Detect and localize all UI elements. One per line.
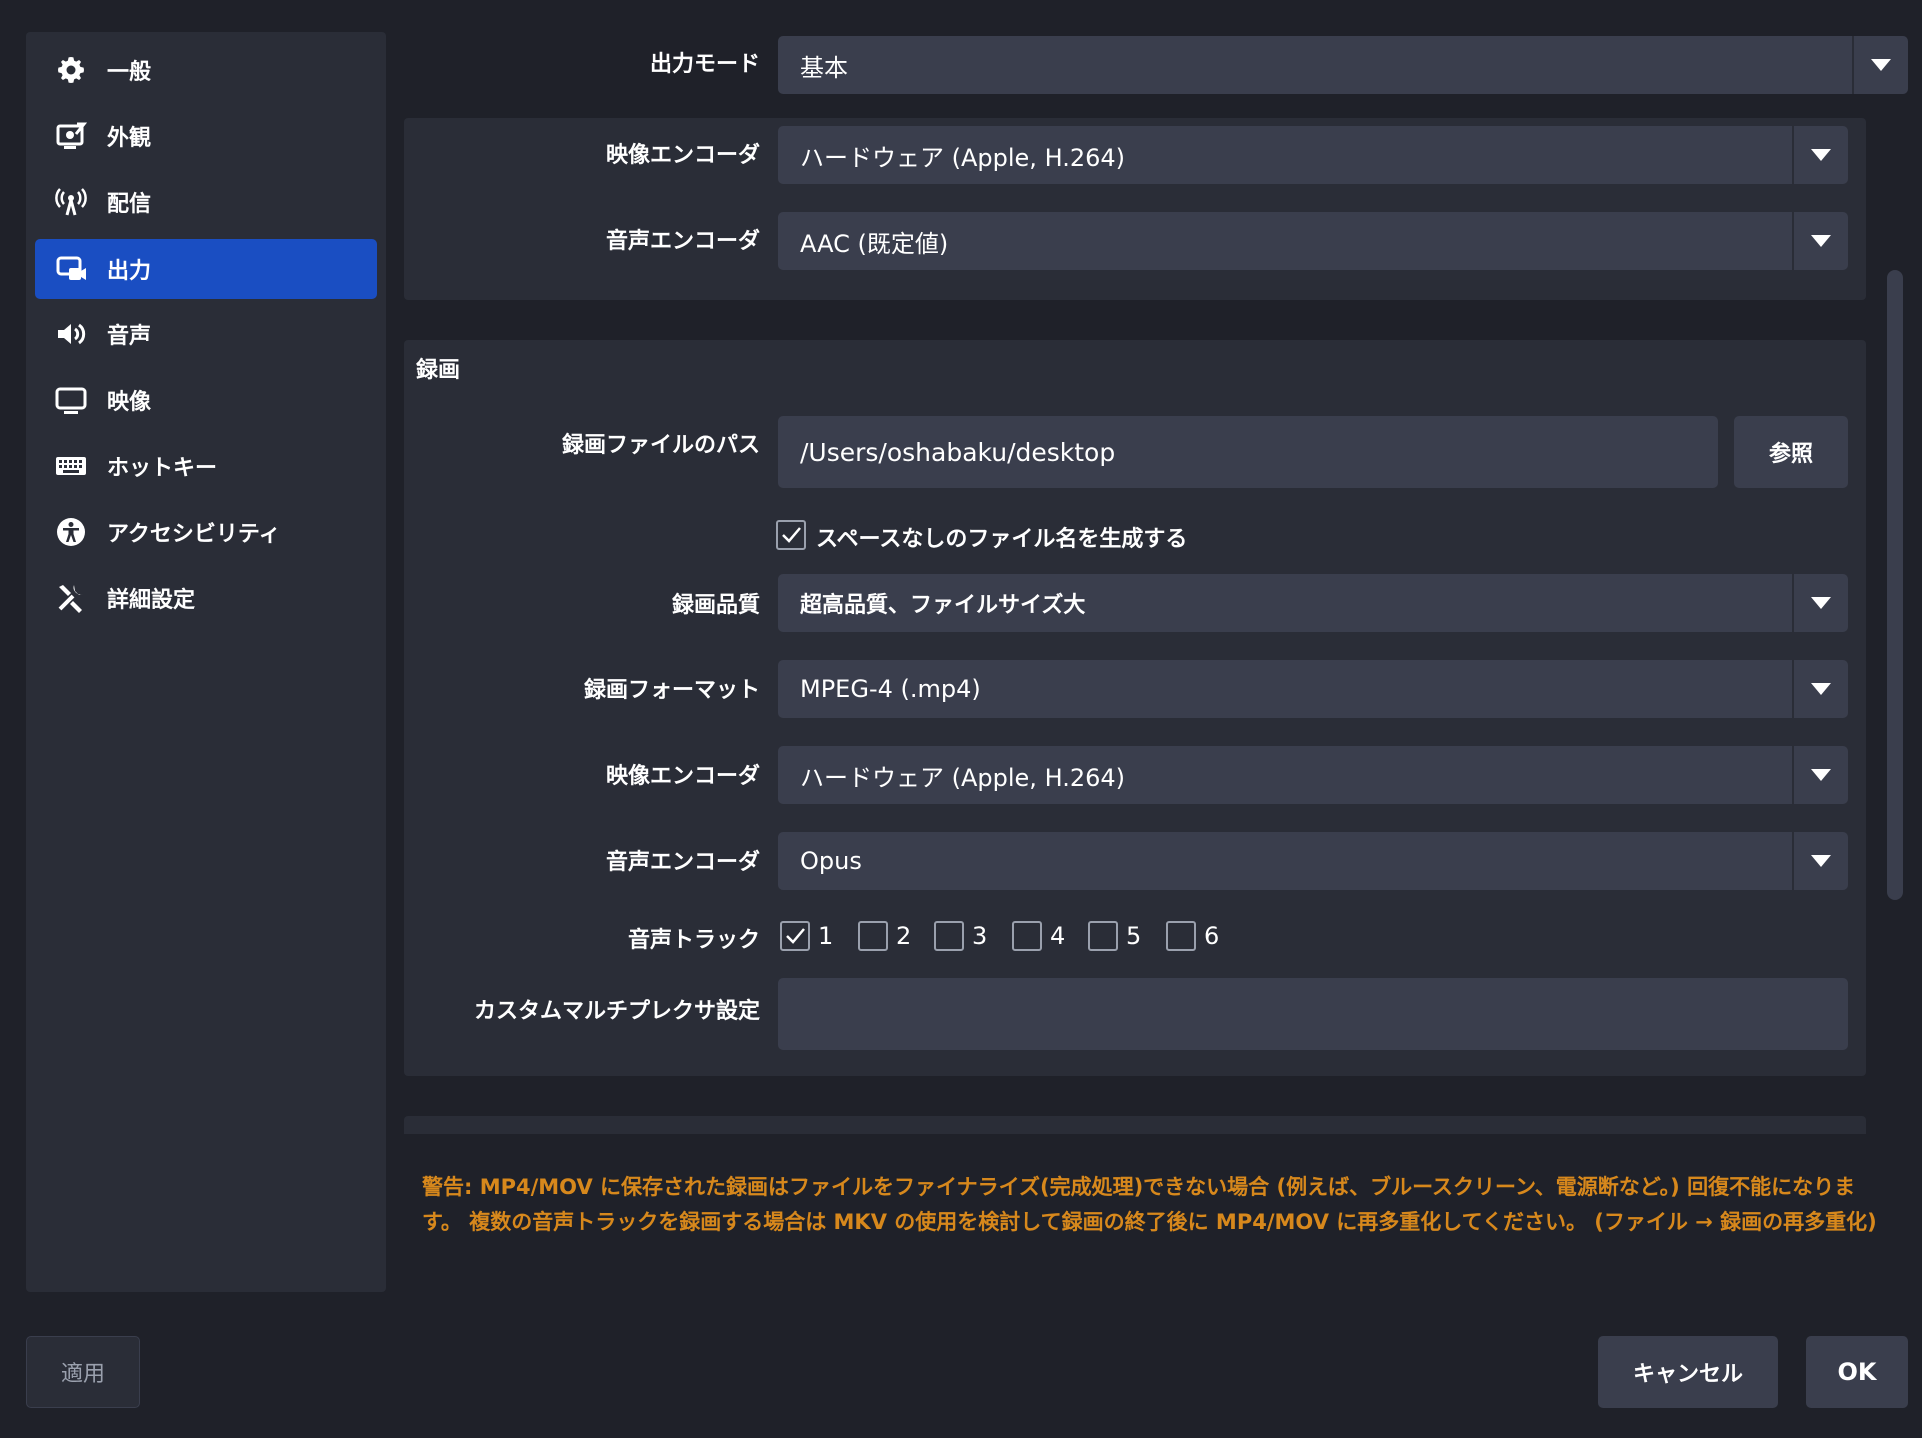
- chevron-down-icon: [1794, 212, 1848, 270]
- recording-path-input[interactable]: /Users/oshabaku/desktop: [778, 416, 1718, 488]
- no-space-filename-label: スペースなしのファイル名を生成する: [816, 527, 1188, 552]
- speaker-icon: [53, 316, 89, 352]
- chevron-down-icon: [1854, 36, 1908, 94]
- chevron-down-icon: [1794, 746, 1848, 804]
- sidebar-item-hotkeys[interactable]: ホットキー: [35, 436, 377, 496]
- broadcast-antenna-icon: [53, 184, 89, 220]
- audio-track-6-label: 6: [1204, 922, 1220, 950]
- sidebar-item-label: 映像: [107, 390, 152, 415]
- sidebar-item-label: 出力: [107, 259, 152, 284]
- recording-section-title: 録画: [416, 358, 461, 383]
- stream-video-encoder-value: ハードウェア (Apple, H.264): [800, 143, 1125, 172]
- recording-format-label: 録画フォーマット: [583, 678, 760, 703]
- audio-track-6-checkbox[interactable]: [1166, 921, 1196, 951]
- stream-video-encoder-label: 映像エンコーダ: [605, 143, 760, 168]
- custom-muxer-input[interactable]: [778, 978, 1848, 1050]
- recording-video-encoder-value: ハードウェア (Apple, H.264): [800, 763, 1125, 792]
- cancel-button[interactable]: キャンセル: [1598, 1336, 1778, 1408]
- recording-format-select[interactable]: MPEG-4 (.mp4): [778, 660, 1848, 718]
- recording-quality-value: 超高品質、ファイルサイズ大: [800, 593, 1086, 618]
- recording-video-encoder-label: 映像エンコーダ: [605, 764, 760, 789]
- stream-audio-encoder-select[interactable]: AAC (既定値): [778, 212, 1848, 270]
- stream-audio-encoder-value: AAC (既定値): [800, 229, 949, 258]
- sidebar-item-general[interactable]: 一般: [35, 40, 377, 100]
- accessibility-icon: [53, 514, 89, 550]
- sidebar-item-advanced[interactable]: 詳細設定: [35, 568, 377, 628]
- audio-track-5-checkbox[interactable]: [1088, 921, 1118, 951]
- chevron-down-icon: [1794, 126, 1848, 184]
- sidebar-item-label: 一般: [107, 60, 152, 85]
- output-icon: [53, 251, 89, 287]
- settings-sidebar: 一般 外観 配信 出力 音声 映像 ホットキー アクセシビリティ 詳細設定: [26, 32, 386, 1292]
- sidebar-item-appearance[interactable]: 外観: [35, 106, 377, 166]
- ok-button[interactable]: OK: [1806, 1336, 1908, 1408]
- audio-track-3-label: 3: [972, 922, 988, 950]
- recording-format-value: MPEG-4 (.mp4): [800, 675, 981, 703]
- settings-window: 一般 外観 配信 出力 音声 映像 ホットキー アクセシビリティ 詳細設定 出力…: [0, 0, 1922, 1438]
- apply-button[interactable]: 適用: [26, 1336, 140, 1408]
- recording-audio-encoder-value: Opus: [800, 847, 862, 875]
- browse-button[interactable]: 参照: [1734, 416, 1848, 488]
- sidebar-item-label: 外観: [107, 126, 152, 151]
- audio-track-2-label: 2: [896, 922, 912, 950]
- checkmark-icon: [786, 928, 805, 944]
- chevron-down-icon: [1794, 660, 1848, 718]
- recording-quality-label: 録画品質: [671, 593, 760, 618]
- replay-buffer-panel-peek: [404, 1116, 1866, 1134]
- audio-track-4-label: 4: [1050, 922, 1066, 950]
- recording-quality-select[interactable]: 超高品質、ファイルサイズ大: [778, 574, 1848, 632]
- audio-track-4-checkbox[interactable]: [1012, 921, 1042, 951]
- sidebar-item-video[interactable]: 映像: [35, 370, 377, 430]
- sidebar-item-output[interactable]: 出力: [35, 239, 377, 299]
- tools-icon: [53, 580, 89, 616]
- sidebar-item-audio[interactable]: 音声: [35, 304, 377, 364]
- monitor-icon: [53, 382, 89, 418]
- sidebar-item-label: アクセシビリティ: [107, 522, 281, 547]
- audio-track-3-checkbox[interactable]: [934, 921, 964, 951]
- stream-video-encoder-select[interactable]: ハードウェア (Apple, H.264): [778, 126, 1848, 184]
- sidebar-item-label: 音声: [107, 324, 152, 349]
- scrollbar-thumb[interactable]: [1887, 270, 1903, 900]
- mp4-warning-text: 警告: MP4/MOV に保存された録画はファイルをファイナライズ(完成処理)で…: [422, 1175, 1877, 1234]
- keyboard-icon: [53, 448, 89, 484]
- no-space-filename-checkbox[interactable]: [776, 520, 806, 550]
- audio-track-1-checkbox[interactable]: [780, 921, 810, 951]
- sidebar-item-stream[interactable]: 配信: [35, 172, 377, 232]
- audio-track-label: 音声トラック: [627, 928, 760, 953]
- appearance-icon: [53, 118, 89, 154]
- audio-track-5-label: 5: [1126, 922, 1142, 950]
- output-mode-label: 出力モード: [649, 52, 760, 77]
- recording-audio-encoder-select[interactable]: Opus: [778, 832, 1848, 890]
- sidebar-item-accessibility[interactable]: アクセシビリティ: [35, 502, 377, 562]
- gear-icon: [53, 52, 89, 88]
- chevron-down-icon: [1794, 574, 1848, 632]
- audio-track-1-label: 1: [818, 922, 834, 950]
- recording-path-label: 録画ファイルのパス: [561, 433, 760, 458]
- sidebar-item-label: ホットキー: [107, 456, 218, 481]
- recording-video-encoder-select[interactable]: ハードウェア (Apple, H.264): [778, 746, 1848, 804]
- sidebar-item-label: 配信: [107, 192, 152, 217]
- checkmark-icon: [782, 527, 801, 543]
- custom-muxer-label: カスタムマルチプレクサ設定: [473, 999, 760, 1024]
- stream-audio-encoder-label: 音声エンコーダ: [605, 229, 760, 254]
- output-mode-select[interactable]: 基本: [778, 36, 1908, 94]
- recording-audio-encoder-label: 音声エンコーダ: [605, 850, 760, 875]
- audio-track-2-checkbox[interactable]: [858, 921, 888, 951]
- chevron-down-icon: [1794, 832, 1848, 890]
- output-mode-value: 基本: [800, 53, 848, 82]
- sidebar-item-label: 詳細設定: [107, 588, 196, 613]
